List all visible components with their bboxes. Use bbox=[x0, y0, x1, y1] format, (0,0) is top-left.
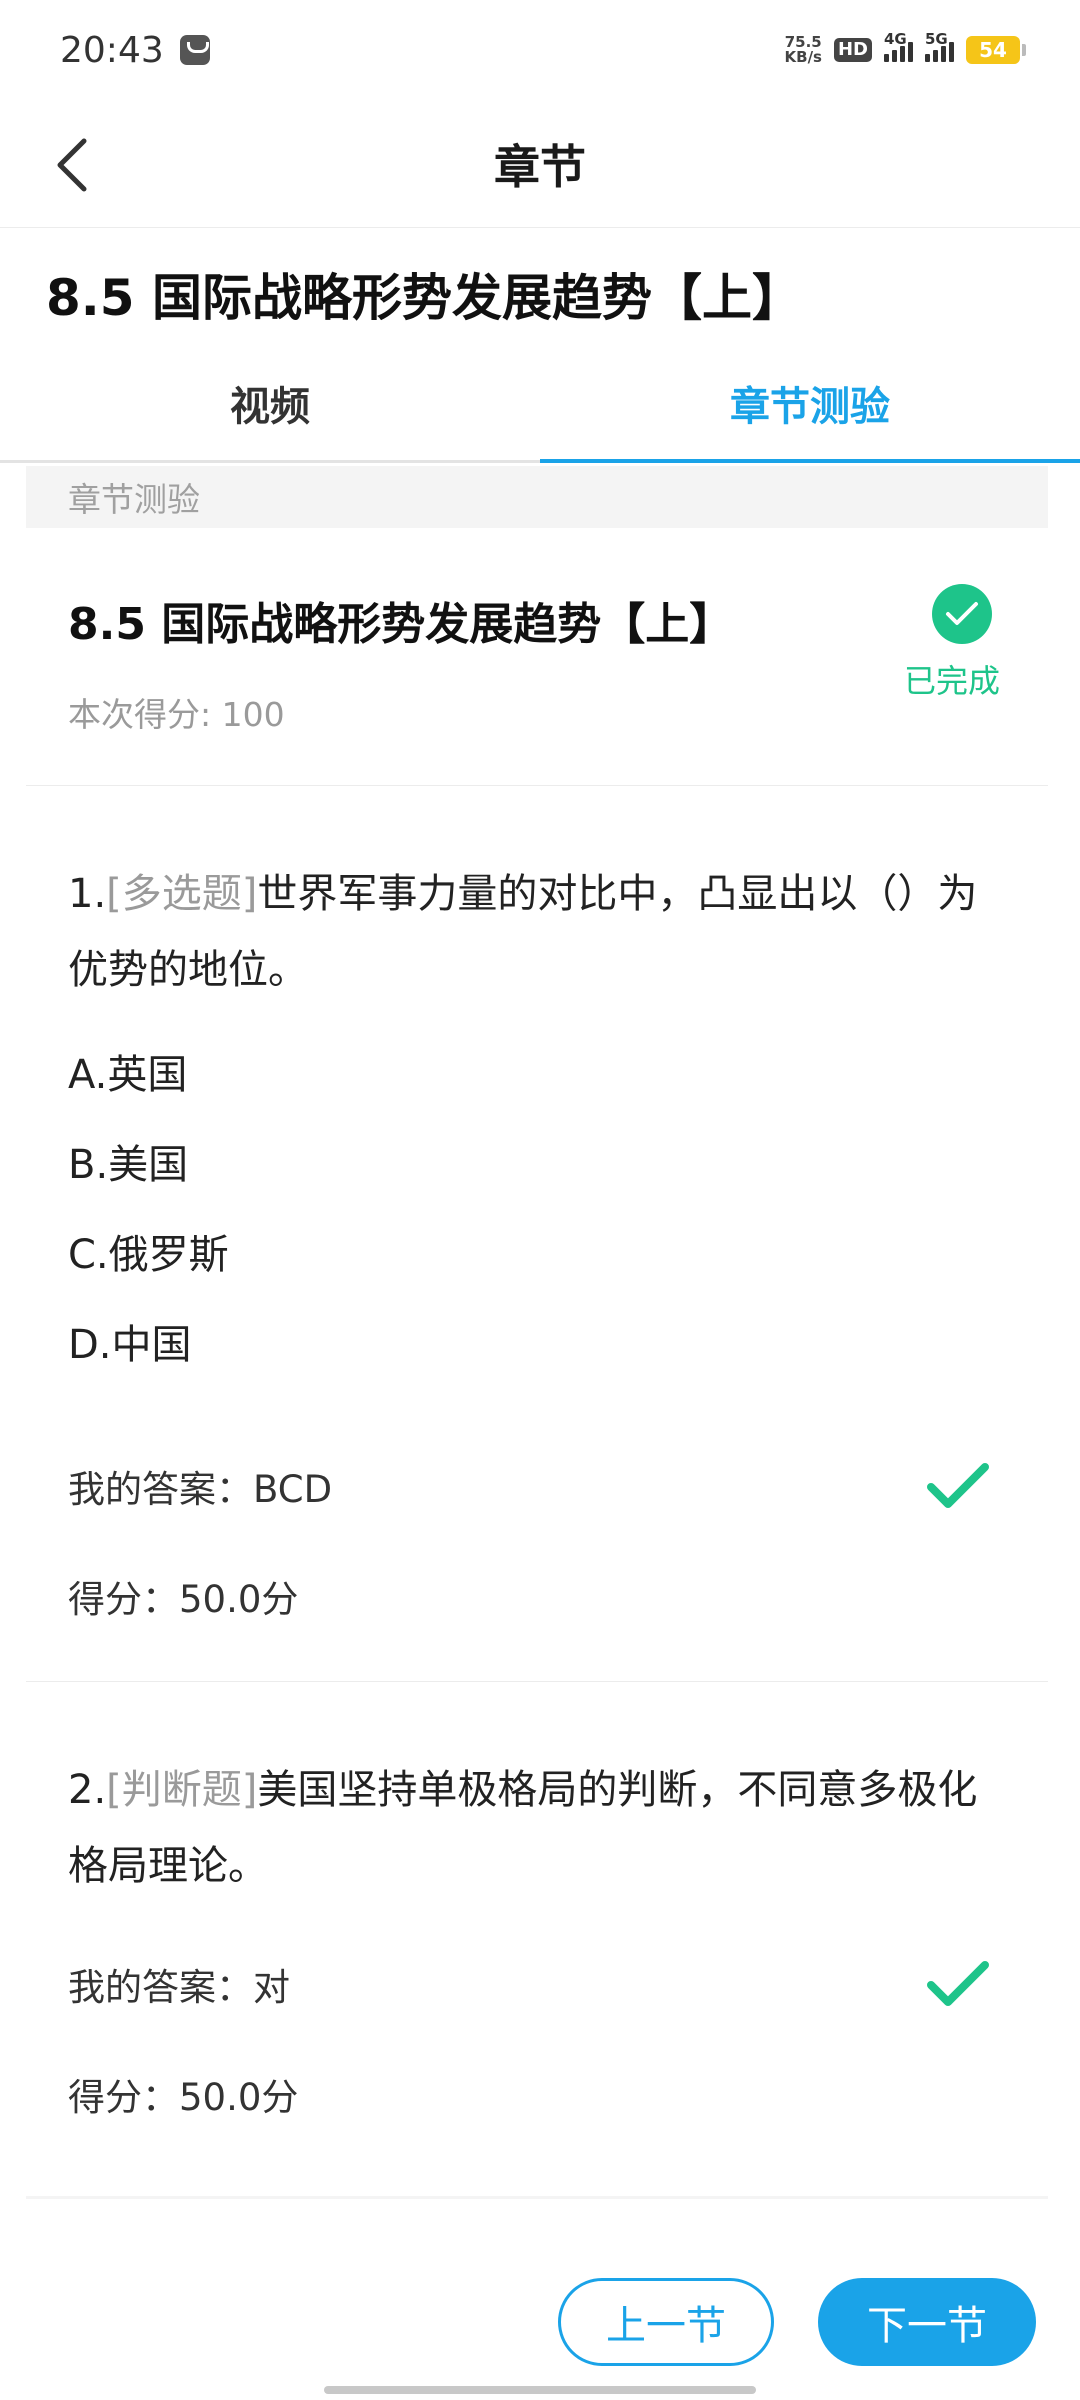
network-speed-unit: KB/s bbox=[784, 48, 822, 66]
status-left: 20:43 bbox=[60, 30, 210, 71]
option-item: D.中国 bbox=[68, 1322, 192, 1368]
question-type: [多选题] bbox=[106, 871, 258, 917]
quiz-score: 本次得分: 100 bbox=[68, 695, 285, 734]
my-answer-row: 我的答案：BCD bbox=[68, 1446, 1006, 1526]
correct-check-icon bbox=[927, 1961, 989, 2006]
signal-5g-label: 5G bbox=[925, 30, 948, 48]
my-answer-row: 我的答案：对 bbox=[68, 1944, 1006, 2024]
question-type: [判断题] bbox=[106, 1767, 258, 1813]
quiz-summary-card: 8.5 国际战略形势发展趋势【上】 本次得分: 100 已完成 bbox=[26, 528, 1048, 786]
quiz-content: 章节测验 8.5 国际战略形势发展趋势【上】 本次得分: 100 已完成 1.[… bbox=[26, 466, 1048, 2199]
back-button[interactable] bbox=[36, 130, 106, 200]
next-section-button[interactable]: 下一节 bbox=[818, 2278, 1036, 2366]
network-speed: 75.5 KB/s bbox=[785, 35, 822, 65]
question-score: 得分：50.0分 bbox=[68, 1578, 299, 1621]
my-answer: 我的答案：对 bbox=[68, 1966, 290, 2009]
my-answer: 我的答案：BCD bbox=[68, 1468, 333, 1511]
nav-bar: 章节 bbox=[0, 100, 1080, 228]
question-card: 2.[判断题]美国坚持单极格局的判断，不同意多极化格局理论。 我的答案：对 得分… bbox=[26, 1682, 1048, 2196]
tab-bar: 视频 章节测验 bbox=[0, 345, 1080, 463]
quiz-title: 8.5 国际战略形势发展趋势【上】 bbox=[68, 599, 734, 650]
status-right: 75.5 KB/s HD 4G 5G 54 bbox=[785, 30, 1026, 65]
option-item: C.俄罗斯 bbox=[68, 1232, 229, 1278]
tab-video[interactable]: 视频 bbox=[0, 345, 540, 460]
completed-check-icon bbox=[932, 584, 992, 644]
hd-voice-icon: HD bbox=[833, 38, 872, 62]
tab-chapter-quiz[interactable]: 章节测验 bbox=[540, 345, 1080, 463]
section-label: 章节测验 bbox=[68, 480, 200, 519]
question-score: 得分：50.0分 bbox=[68, 2076, 299, 2119]
question-text: 2.[判断题]美国坚持单极格局的判断，不同意多极化格局理论。 bbox=[68, 1752, 1006, 1904]
signal-4g-label: 4G bbox=[884, 30, 907, 48]
question-number: 2. bbox=[68, 1767, 107, 1813]
status-time: 20:43 bbox=[60, 29, 164, 71]
signal-5g-icon: 5G bbox=[925, 30, 954, 62]
signal-4g-icon: 4G bbox=[884, 30, 913, 62]
battery-icon: 54 bbox=[966, 36, 1026, 64]
home-indicator[interactable] bbox=[324, 2386, 756, 2394]
chevron-left-icon bbox=[57, 138, 87, 192]
correct-check-icon bbox=[927, 1463, 989, 1508]
completed-status-label: 已完成 bbox=[903, 662, 1000, 700]
page-title: 章节 bbox=[494, 139, 586, 194]
status-bar: 20:43 75.5 KB/s HD 4G 5G 54 bbox=[0, 0, 1080, 100]
bottom-bar: 上一节 下一节 bbox=[0, 2278, 1080, 2368]
chapter-title: 8.5 国际战略形势发展趋势【上】 bbox=[46, 269, 802, 327]
prev-section-button[interactable]: 上一节 bbox=[558, 2278, 774, 2366]
option-item: B.美国 bbox=[68, 1142, 189, 1188]
notification-app-icon bbox=[179, 35, 210, 65]
question-text: 1.[多选题]世界军事力量的对比中，凸显出以（）为优势的地位。 bbox=[68, 856, 1006, 1008]
option-list: A.英国 B.美国 C.俄罗斯 D.中国 bbox=[68, 1026, 1006, 1386]
question-number: 1. bbox=[68, 871, 107, 917]
option-item: A.英国 bbox=[68, 1052, 188, 1098]
question-card: 1.[多选题]世界军事力量的对比中，凸显出以（）为优势的地位。 A.英国 B.美… bbox=[26, 786, 1048, 1682]
